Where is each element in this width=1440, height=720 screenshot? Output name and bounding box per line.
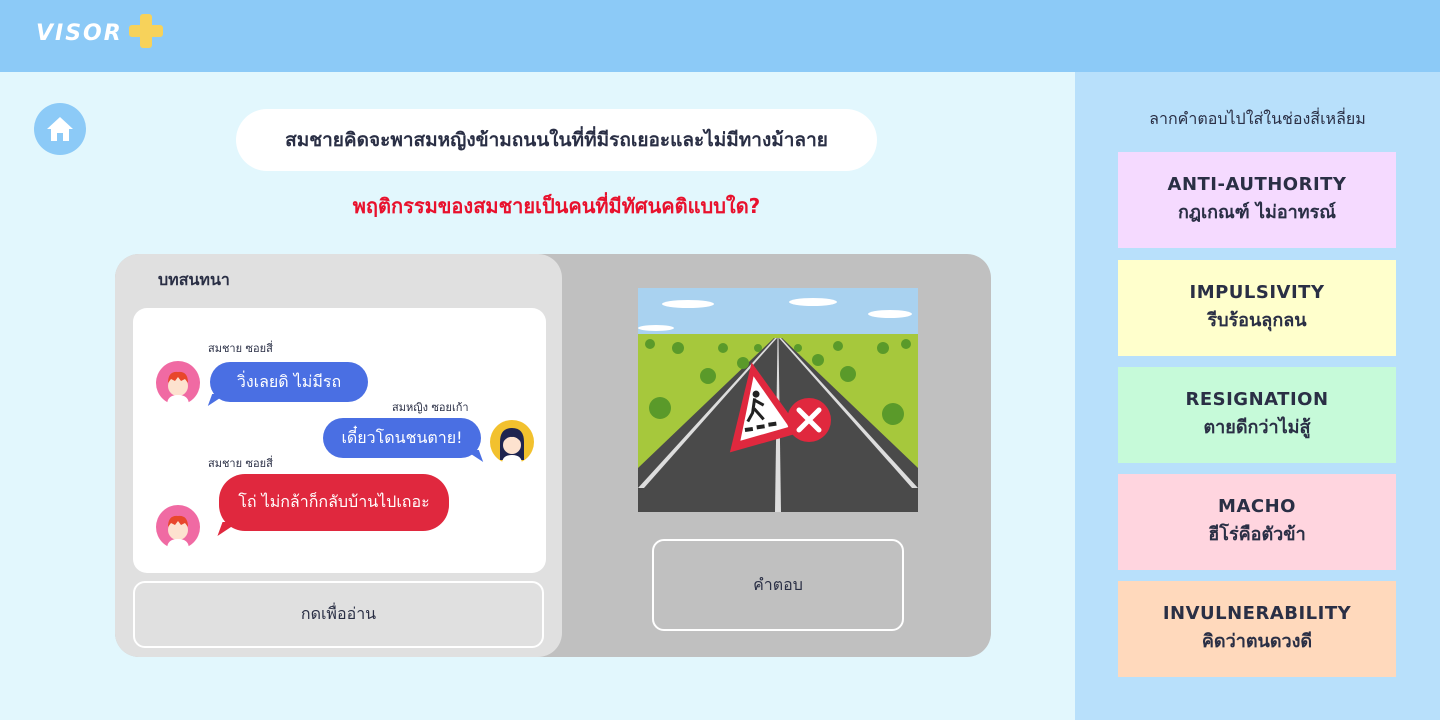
message-sender: สมหญิง ซอยเก้า [392,401,469,414]
read-aloud-button[interactable]: กดเพื่ออ่าน [133,581,544,648]
message-sender: สมชาย ซอยสี่ [208,342,273,355]
close-circle-icon [787,398,831,442]
card-title-th: รีบร้อนลุกลน [1207,310,1307,331]
road-scene-illustration [638,288,918,512]
logo-text: VISOR [36,20,123,46]
card-title-th: กฎเกณฑ์ ไม่อาทรณ์ [1177,202,1336,223]
card-title-th: ฮีโร่คือตัวข้า [1208,524,1306,545]
question-text: พฤติกรรมของสมชายเป็นคนที่มีทัศนคติแบบใด? [352,194,761,218]
scenario-text: สมชายคิดจะพาสมหญิงข้ามถนนในที่ที่มีรถเยอ… [236,109,877,171]
card-title-en: ANTI-AUTHORITY [1167,174,1347,195]
chat-bubble: โถ่ ไม่กล้าก็กลับบ้านไปเถอะ [219,474,449,531]
message-sender: สมชาย ซอยสี่ [208,457,273,470]
avatar-somying [490,420,534,464]
answer-card-anti-authority[interactable]: ANTI-AUTHORITY กฎเกณฑ์ ไม่อาทรณ์ [1118,152,1396,248]
card-title-en: IMPULSIVITY [1189,282,1325,303]
card-title-th: ตายดีกว่าไม่สู้ [1203,417,1311,438]
card-title-en: RESIGNATION [1185,389,1329,410]
answer-card-invulnerability[interactable]: INVULNERABILITY คิดว่าตนดวงดี [1118,581,1396,677]
avatar-somchai [156,361,200,405]
answer-drop-zone[interactable]: คำตอบ [652,539,904,631]
card-title-th: คิดว่าตนดวงดี [1201,631,1313,652]
answer-card-macho[interactable]: MACHO ฮีโร่คือตัวข้า [1118,474,1396,570]
dialog-title: บทสนทนา [158,270,230,289]
chat-bubble: วิ่งเลยดิ ไม่มีรถ [210,362,368,402]
plus-icon [128,14,163,48]
chat-bubble: เดี๋ยวโดนชนตาย! [323,418,481,458]
drag-instruction: ลากคำตอบไปใส่ในช่องสี่เหลี่ยม [1149,109,1366,128]
answer-card-resignation[interactable]: RESIGNATION ตายดีกว่าไม่สู้ [1118,367,1396,463]
answer-card-impulsivity[interactable]: IMPULSIVITY รีบร้อนลุกลน [1118,260,1396,356]
top-bar: VISOR [0,0,1440,72]
card-title-en: INVULNERABILITY [1162,603,1352,624]
home-icon [47,117,73,141]
avatar-somchai [156,505,200,549]
card-title-en: MACHO [1218,496,1296,517]
home-button[interactable] [34,103,86,155]
visor-logo: VISOR [36,14,163,48]
